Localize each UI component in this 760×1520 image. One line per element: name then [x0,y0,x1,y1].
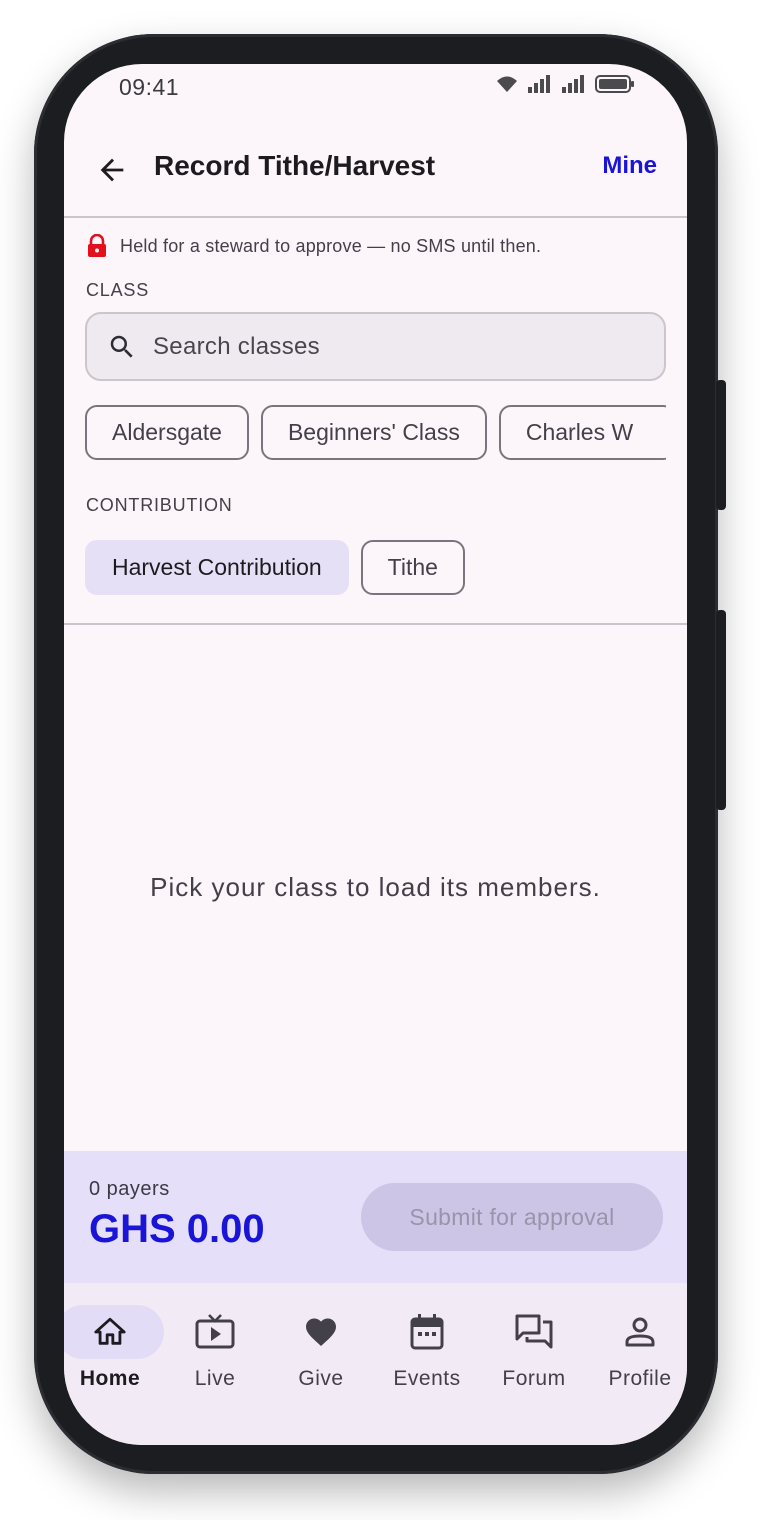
battery-icon [595,75,634,93]
nav-item-give[interactable]: Give [267,1303,375,1413]
contribution-chips: Harvest Contribution Tithe [85,540,477,596]
arrow-back-icon [100,158,124,182]
submit-for-approval-button[interactable]: Submit for approval [361,1183,663,1251]
lock-icon [88,234,106,257]
power-button [716,610,726,810]
bottom-navigation: Home Live Give Events Forum Profile [64,1283,687,1445]
summary-bar: 0 payers GHS 0.00 Submit for approval [64,1151,687,1283]
class-chip-charles[interactable]: Charles W [498,405,666,460]
signal-icon [528,75,550,93]
payers-count: 0 payers [89,1178,170,1200]
back-button[interactable] [86,144,138,196]
volume-button [716,380,726,510]
class-search-input[interactable]: Search classes [85,312,666,381]
class-chips: Aldersgate Beginners' Class Charles W [85,405,666,461]
contribution-chip-harvest[interactable]: Harvest Contribution [85,540,349,595]
approval-notice: Held for a steward to approve — no SMS u… [86,234,541,258]
calendar-icon [410,1314,444,1350]
nav-item-forum[interactable]: Forum [480,1303,588,1413]
contribution-label: CONTRIBUTION [86,495,233,515]
class-chip-beginners[interactable]: Beginners' Class [260,405,487,460]
heart-icon [306,1318,336,1347]
screen: 09:41 Record Tithe/Harvest Mine Held for… [64,64,687,1445]
mine-button[interactable]: Mine [602,152,657,180]
notice-text: Held for a steward to approve — no SMS u… [120,235,542,256]
nav-item-home[interactable]: Home [64,1303,164,1413]
search-icon [110,335,133,358]
forum-icon [515,1314,553,1349]
person-icon [625,1317,655,1347]
status-bar: 09:41 [64,64,687,108]
total-amount: GHS 0.00 [89,1207,265,1251]
contribution-chip-tithe[interactable]: Tithe [360,540,465,595]
empty-state-message: Pick your class to load its members. [150,872,601,902]
class-label: CLASS [86,280,150,300]
signal-icon-2 [562,75,584,93]
wifi-icon [497,76,517,92]
nav-item-profile[interactable]: Profile [586,1303,687,1413]
home-icon [94,1317,126,1345]
class-chip-aldersgate[interactable]: Aldersgate [85,405,249,460]
app-bar: Record Tithe/Harvest Mine [64,128,687,216]
search-placeholder: Search classes [153,332,320,360]
status-time: 09:41 [119,74,180,100]
page-title: Record Tithe/Harvest [154,150,436,181]
nav-label-profile: Profile [608,1367,672,1390]
nav-item-events[interactable]: Events [373,1303,481,1413]
divider [64,623,687,625]
nav-item-live[interactable]: Live [161,1303,269,1413]
divider [64,216,687,218]
tv-icon [195,1314,235,1349]
